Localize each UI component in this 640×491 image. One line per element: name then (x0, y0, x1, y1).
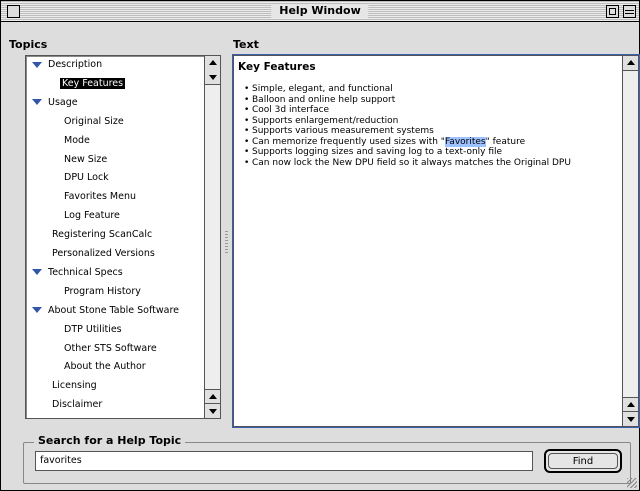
scroll-down-arrow-icon[interactable] (205, 70, 220, 85)
topics-label: Topics (9, 38, 48, 51)
feature-item: • Can memorize frequently used sizes with… (238, 136, 618, 148)
topic-item-label: Key Features (60, 77, 126, 89)
search-label: Search for a Help Topic (34, 434, 186, 447)
pane-splitter[interactable] (225, 231, 228, 253)
topic-item[interactable]: About the Author (62, 358, 148, 376)
bullet-icon: • (244, 115, 250, 126)
feature-text: Cool 3d interface (252, 105, 330, 115)
feature-text: Can memorize frequently used sizes with … (252, 136, 445, 147)
bullet-icon: • (244, 147, 250, 157)
bullet-icon: • (244, 126, 250, 136)
topic-item-label: Mode (64, 134, 90, 146)
zoom-box-icon[interactable] (606, 5, 619, 18)
topic-item[interactable]: Original Size (62, 113, 126, 131)
scroll-down-arrow-icon[interactable] (623, 411, 638, 426)
topic-item[interactable]: New Size (62, 151, 109, 169)
topic-item[interactable]: Personalized Versions (50, 245, 157, 263)
topic-item[interactable]: Technical Specs (32, 264, 125, 282)
topic-item[interactable]: About Stone Table Software (32, 302, 181, 320)
help-window: Help Window Topics Text Description Key F… (0, 0, 640, 491)
text-heading: Key Features (238, 61, 316, 73)
bullet-icon: • (244, 105, 250, 115)
scroll-up-arrow-icon[interactable] (205, 56, 220, 71)
feature-text: Supports logging sizes and saving log to… (252, 147, 503, 157)
topic-item[interactable]: DTP Utilities (62, 321, 124, 339)
topic-item[interactable]: Log Feature (62, 207, 122, 225)
text-content: Key Features • Simple, elegant, and funct… (238, 60, 618, 168)
scroll-down-arrow-icon[interactable] (205, 403, 220, 418)
topic-item[interactable]: Usage (32, 94, 80, 112)
topic-item[interactable]: Favorites Menu (62, 188, 138, 206)
feature-text: Simple, elegant, and functional (252, 84, 393, 94)
topic-item[interactable]: Licensing (50, 377, 99, 395)
topics-list-box[interactable]: Description Key Features Usage Original Siz… (25, 55, 221, 419)
topic-item[interactable]: DPU Lock (62, 169, 111, 187)
topic-item-label: Favorites Menu (64, 191, 137, 203)
feature-text: " feature (485, 136, 526, 147)
topic-item-label: Program History (64, 285, 141, 297)
feature-item: • Cool 3d interface (238, 105, 618, 116)
collapse-box-icon[interactable] (623, 5, 636, 18)
topic-item-label: Original Size (64, 115, 124, 127)
feature-item: • Supports logging sizes and saving log t… (238, 147, 618, 158)
feature-item: • Balloon and online help support (238, 95, 618, 106)
bullet-icon: • (244, 157, 250, 168)
topic-item-label: Disclaimer (52, 399, 103, 411)
scroll-up-arrow-icon[interactable] (205, 389, 220, 404)
window-title: Help Window (271, 4, 369, 18)
topic-item[interactable]: Disclaimer (50, 396, 104, 414)
topic-item[interactable]: Mode (62, 132, 92, 150)
topic-item-label: About Stone Table Software (48, 304, 180, 316)
topic-item-label: New Size (64, 153, 108, 165)
bullet-icon: • (244, 94, 250, 105)
scroll-up-arrow-icon[interactable] (623, 56, 638, 71)
resize-grip-icon[interactable] (627, 478, 637, 488)
topic-item[interactable]: Registering ScanCalc (50, 226, 154, 244)
scroll-up-arrow-icon[interactable] (623, 397, 638, 412)
feature-item: • Can now lock the New DPU field so it al… (238, 158, 618, 169)
disclosure-triangle-icon[interactable] (32, 61, 42, 68)
text-panel[interactable]: Key Features • Simple, elegant, and funct… (232, 54, 640, 428)
feature-item: • Supports various measurement systems (238, 126, 618, 137)
disclosure-triangle-icon[interactable] (32, 99, 42, 106)
topic-item[interactable]: Other STS Software (62, 340, 159, 358)
topics-list[interactable]: Description Key Features Usage Original Siz… (26, 56, 204, 418)
disclosure-triangle-icon[interactable] (32, 307, 42, 314)
search-input[interactable] (35, 451, 533, 471)
topic-item-label: About the Author (64, 361, 146, 373)
feature-list: • Simple, elegant, and functional • Balloon… (238, 84, 618, 168)
feature-item: • Supports enlargement/reduction (238, 116, 618, 127)
topic-item[interactable]: Description (32, 56, 104, 74)
feature-text: Supports various measurement systems (252, 126, 434, 136)
topic-item-label: Technical Specs (48, 266, 123, 278)
topic-item-label: Log Feature (64, 210, 120, 222)
topic-item-label: Licensing (52, 380, 97, 392)
topic-item[interactable]: Key Features (60, 75, 126, 93)
feature-item: • Simple, elegant, and functional (238, 84, 618, 95)
feature-text: Supports enlargement/reduction (252, 115, 399, 126)
topic-item-label: Other STS Software (64, 342, 157, 354)
close-box-icon[interactable] (7, 5, 20, 18)
find-button[interactable]: Find (544, 449, 622, 473)
topic-item-label: Registering ScanCalc (52, 229, 153, 241)
topic-item-label: Description (48, 59, 103, 70)
feature-text: Balloon and online help support (252, 94, 396, 105)
bullet-icon: • (244, 84, 250, 94)
search-highlight: Favorites (444, 136, 486, 147)
title-bar[interactable]: Help Window (1, 1, 639, 22)
topic-item-label: DPU Lock (64, 172, 109, 184)
bullet-icon: • (244, 136, 250, 147)
disclosure-triangle-icon[interactable] (32, 269, 42, 276)
topic-item[interactable]: Program History (62, 283, 143, 301)
text-scrollbar[interactable] (622, 56, 638, 426)
topic-item-label: Usage (48, 96, 78, 108)
topic-item-label: Personalized Versions (52, 248, 155, 259)
feature-text: Can now lock the New DPU field so it alw… (252, 157, 571, 168)
text-label: Text (233, 38, 259, 51)
topics-scrollbar[interactable] (204, 56, 220, 418)
topic-item-label: DTP Utilities (64, 323, 122, 335)
